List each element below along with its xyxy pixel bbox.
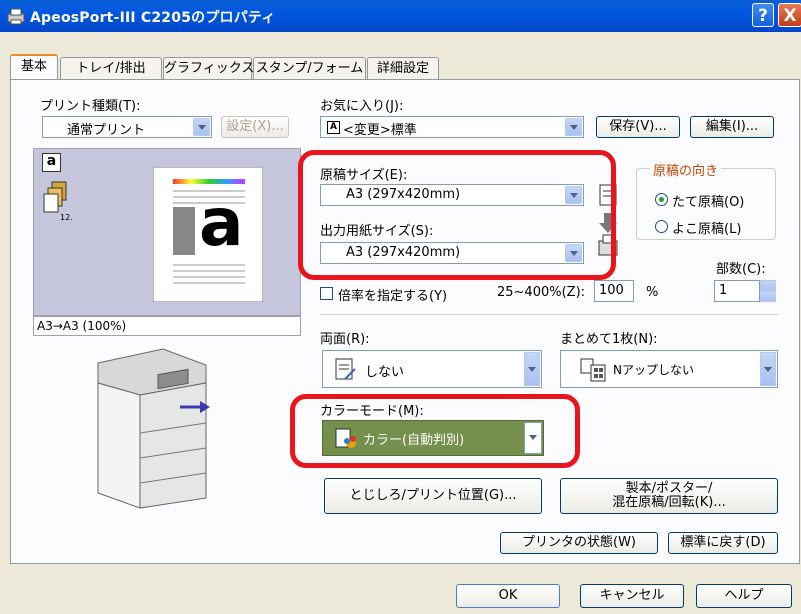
output-size-label: 出力用紙サイズ(S):	[320, 224, 434, 239]
original-size-select[interactable]: A3 (297x420mm)	[320, 184, 584, 206]
scale-checkbox-label[interactable]: 倍率を指定する(Y)	[338, 285, 447, 304]
duplex-label: 両面(R):	[320, 332, 370, 347]
favorites-label: お気に入り(J):	[320, 99, 404, 114]
booklet-line-1: 製本/ポスター/	[625, 481, 713, 496]
output-size-select[interactable]: A3 (297x420mm)	[320, 242, 584, 264]
print-type-settings-button[interactable]: 設定(X)...	[221, 116, 289, 138]
portrait-radio[interactable]	[655, 193, 668, 206]
chevron-down-icon[interactable]	[565, 118, 582, 136]
copies-spinner[interactable]	[760, 280, 776, 302]
chevron-down-icon[interactable]	[193, 118, 210, 136]
cancel-button[interactable]: キャンセル	[580, 584, 684, 608]
section-divider	[320, 314, 778, 315]
chevron-down-icon[interactable]	[524, 422, 542, 454]
portrait-label[interactable]: たて原稿(O)	[672, 191, 744, 210]
printer-status-button[interactable]: プリンタの状態(W)	[500, 532, 658, 554]
paper-arrow-icon	[598, 184, 618, 256]
window-title: ApeosPort-III C2205のプロパティ	[30, 10, 276, 26]
original-size-value: A3 (297x420mm)	[346, 187, 461, 202]
tab-graphics[interactable]: グラフィックス	[163, 57, 254, 79]
help-button[interactable]: ヘルプ	[696, 584, 792, 608]
help-title-button[interactable]: ?	[752, 3, 774, 27]
nup-icon	[580, 358, 606, 382]
print-type-value: 通常プリント	[67, 123, 146, 138]
preview-status-bar: A3→A3 (100%)	[33, 316, 301, 336]
chevron-down-icon[interactable]	[565, 186, 582, 204]
favorites-value: <変更>標準	[343, 123, 417, 138]
page-preview-letter: a	[199, 184, 244, 261]
scale-checkbox[interactable]	[320, 287, 333, 300]
favorite-icon: A	[327, 121, 340, 134]
nup-select[interactable]: Nアップしない	[560, 350, 778, 388]
copies-input[interactable]: 1	[714, 280, 760, 302]
duplex-value: しない	[365, 365, 405, 380]
scale-unit: %	[646, 285, 659, 300]
edit-favorite-button[interactable]: 編集(I)...	[690, 116, 774, 138]
scale-value: 100	[599, 283, 624, 298]
nup-label: まとめて1枚(N):	[560, 332, 658, 347]
copies-label: 部数(C):	[716, 262, 766, 277]
chevron-down-icon[interactable]	[565, 244, 582, 262]
svg-text:12.: 12.	[60, 213, 72, 222]
print-type-label: プリント種類(T):	[40, 99, 141, 114]
landscape-radio[interactable]	[655, 220, 668, 233]
booklet-line-2: 混在原稿/回転(K)...	[612, 495, 726, 510]
orientation-group-label: 原稿の向き	[650, 160, 722, 179]
output-size-value: A3 (297x420mm)	[346, 245, 461, 260]
save-favorite-button[interactable]: 保存(V)...	[596, 116, 680, 138]
copies-value: 1	[719, 283, 728, 298]
tab-advanced[interactable]: 詳細設定	[367, 57, 439, 79]
duplex-icon	[335, 358, 356, 380]
spin-up-icon[interactable]	[760, 280, 776, 291]
chevron-down-icon[interactable]	[760, 352, 776, 386]
color-mode-value: カラー(自動判別)	[363, 433, 465, 448]
color-mode-label: カラーモード(M):	[320, 404, 424, 419]
original-size-label: 原稿サイズ(E):	[320, 168, 408, 183]
favorites-select[interactable]: A <変更>標準	[320, 116, 584, 138]
close-button[interactable]: X	[778, 3, 801, 27]
print-type-select[interactable]: 通常プリント	[42, 116, 212, 138]
color-mode-icon	[335, 428, 356, 448]
restore-defaults-button[interactable]: 標準に戻す(D)	[668, 532, 778, 554]
booklet-poster-button[interactable]: 製本/ポスター/ 混在原稿/回転(K)...	[560, 478, 778, 514]
preview-status-text: A3→A3 (100%)	[37, 319, 127, 333]
nup-value: Nアップしない	[613, 363, 694, 377]
duplex-select[interactable]: しない	[322, 350, 542, 388]
printer-app-icon	[7, 8, 25, 25]
binding-position-button[interactable]: とじしろ/プリント位置(G)...	[324, 478, 542, 514]
tab-basic[interactable]: 基本	[10, 54, 58, 79]
scale-input[interactable]: 100	[594, 280, 634, 302]
landscape-label[interactable]: よこ原稿(L)	[672, 218, 741, 237]
ok-button[interactable]: OK	[456, 584, 560, 608]
chevron-down-icon[interactable]	[524, 352, 540, 386]
printer-illustration	[97, 348, 210, 509]
scale-range-label: 25~400%(Z):	[497, 285, 586, 300]
tab-stamp-form[interactable]: スタンプ/フォーム	[253, 57, 366, 79]
color-mode-select[interactable]: カラー(自動判別)	[322, 420, 544, 456]
multi-page-icon: 12.	[43, 181, 72, 222]
tab-tray-output[interactable]: トレイ/排出	[60, 57, 162, 79]
preview-thumb-icon: a	[42, 153, 61, 172]
spin-down-icon[interactable]	[760, 291, 776, 302]
